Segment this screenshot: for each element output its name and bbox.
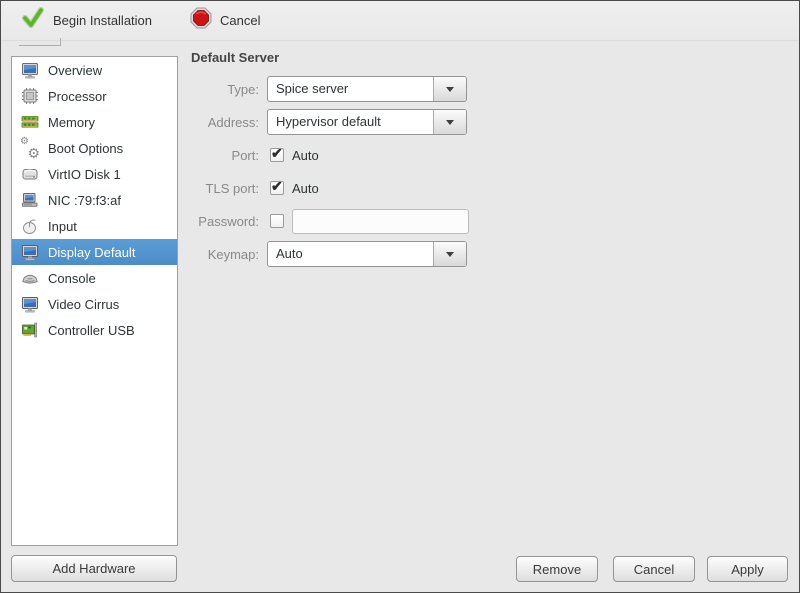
port-label: Port: [231,147,259,163]
tls-port-label: TLS port: [205,180,259,196]
gears-icon: ⚙ ⚙ [20,136,40,161]
cancel-installation-button[interactable]: Cancel [182,3,268,38]
keymap-row: Keymap: Auto [191,241,469,267]
chevron-down-icon[interactable] [433,77,466,101]
network-pc-icon [20,191,40,209]
sidebar-item-label: Controller USB [48,322,135,338]
sidebar-item-memory[interactable]: Memory [12,109,177,135]
type-row: Type: Spice server [191,76,469,102]
virt-manager-window: Begin Installation Cancel Overview Proce… [0,0,800,593]
sidebar-item-nic[interactable]: NIC :79:f3:af [12,187,177,213]
apply-button[interactable]: Apply [707,556,788,582]
begin-installation-button[interactable]: Begin Installation [13,2,160,39]
begin-installation-label: Begin Installation [53,13,153,28]
password-row: Password: [191,208,469,234]
cancel-installation-label: Cancel [220,13,261,28]
sidebar-item-overview[interactable]: Overview [12,57,177,83]
sidebar-item-label: Display Default [48,244,136,260]
sidebar-item-label: Overview [48,62,103,78]
monitor-icon [20,61,40,79]
port-row: Port: Auto [191,142,469,168]
keymap-label: Keymap: [207,246,259,262]
sidebar-item-label: Memory [48,114,95,130]
address-label: Address: [207,114,259,130]
sidebar-item-label: NIC :79:f3:af [48,192,121,208]
cpu-icon [20,87,40,105]
type-label: Type: [227,81,259,97]
password-label: Password: [198,213,259,229]
type-value: Spice server [276,81,349,96]
tls-port-auto-label: Auto [292,180,319,196]
address-value: Hypervisor default [276,114,381,129]
sidebar-item-label: Input [48,218,77,234]
address-combobox[interactable]: Hypervisor default [267,109,467,135]
cancel-button[interactable]: Cancel [613,556,695,582]
display-icon [20,243,40,261]
add-hardware-button[interactable]: Add Hardware [11,555,177,582]
mouse-icon [20,217,40,235]
keymap-value: Auto [276,246,303,261]
sidebar-item-label: VirtIO Disk 1 [48,166,121,182]
disk-icon [20,165,40,183]
hidden-tab-edge [19,38,61,46]
sidebar-item-display-default[interactable]: Display Default [12,239,177,265]
ram-icon [20,113,40,131]
keymap-combobox[interactable]: Auto [267,241,467,267]
settings-form: Type: Spice server Address: Hypervisor d… [191,76,469,267]
tls-port-auto-checkbox[interactable] [270,178,284,195]
type-combobox[interactable]: Spice server [267,76,467,102]
toolbar: Begin Installation Cancel [1,1,799,41]
port-auto-checkbox[interactable] [270,145,284,162]
red-stop-icon [190,7,212,34]
sidebar-item-virtio-disk-1[interactable]: VirtIO Disk 1 [12,161,177,187]
hardware-list: Overview Processor Memory ⚙ ⚙ Boot Optio… [11,56,178,546]
password-checkbox[interactable] [270,214,284,228]
sidebar-item-video-cirrus[interactable]: Video Cirrus [12,291,177,317]
sidebar-item-label: Video Cirrus [48,296,120,312]
console-icon [20,269,40,287]
tls-port-row: TLS port: Auto [191,175,469,201]
remove-button[interactable]: Remove [516,556,598,582]
display-settings-panel: Default Server Type: Spice server Addres… [191,50,469,267]
video-icon [20,295,40,313]
green-checkmark-icon [21,6,45,35]
chevron-down-icon[interactable] [433,110,466,134]
sidebar-item-label: Console [48,270,96,286]
chevron-down-icon[interactable] [433,242,466,266]
sidebar-item-console[interactable]: Console [12,265,177,291]
sidebar-item-input[interactable]: Input [12,213,177,239]
sidebar-item-boot-options[interactable]: ⚙ ⚙ Boot Options [12,135,177,161]
sidebar-item-processor[interactable]: Processor [12,83,177,109]
address-row: Address: Hypervisor default [191,109,469,135]
usb-controller-icon [20,321,40,339]
panel-title: Default Server [191,50,280,65]
sidebar-item-label: Processor [48,88,107,104]
port-auto-label: Auto [292,147,319,163]
password-field[interactable] [292,208,469,234]
sidebar-item-label: Boot Options [48,140,124,156]
sidebar-item-controller-usb[interactable]: Controller USB [12,317,177,343]
